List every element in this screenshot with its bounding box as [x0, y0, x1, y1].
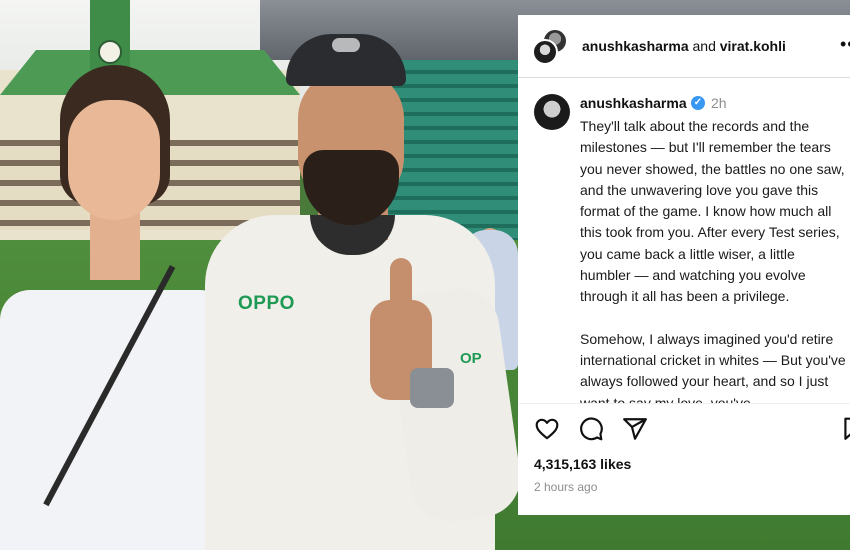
- collab-avatars[interactable]: [532, 28, 570, 66]
- collab-usernames: anushkasharma and virat.kohli: [582, 38, 786, 54]
- comment-icon[interactable]: [578, 416, 604, 442]
- username-link[interactable]: virat.kohli: [720, 38, 786, 54]
- shirt-sponsor-logo: OPPO: [238, 293, 295, 314]
- avatar[interactable]: [534, 94, 570, 130]
- likes-count[interactable]: 4,315,163 likes: [534, 456, 631, 472]
- heart-icon[interactable]: [534, 416, 560, 442]
- post-actions: 4,315,163 likes 2 hours ago: [518, 403, 850, 515]
- caption-paragraph: They'll talk about the records and the m…: [580, 118, 845, 305]
- post-timestamp: 2 hours ago: [534, 480, 598, 494]
- instagram-post-card: anushkasharma and virat.kohli ••• anushk…: [518, 15, 850, 515]
- share-icon[interactable]: [622, 416, 648, 442]
- bookmark-icon[interactable]: [840, 416, 850, 442]
- avatar: [532, 39, 558, 65]
- clock-icon: [98, 40, 122, 64]
- woman-white-dress: [0, 290, 240, 550]
- connector-text: and: [692, 38, 716, 54]
- post-caption-area: anushkasharma ✓ 2h They'll talk about th…: [518, 78, 850, 403]
- caption-paragraph: Somehow, I always imagined you'd retire …: [580, 330, 846, 403]
- wrist-watch: [410, 368, 454, 408]
- woman-neck: [90, 210, 140, 280]
- woman-face: [68, 100, 160, 220]
- post-caption: They'll talk about the records and the m…: [580, 116, 848, 403]
- cap-badge: [332, 38, 360, 52]
- username-link[interactable]: anushkasharma: [582, 38, 689, 54]
- verified-badge-icon: ✓: [691, 96, 705, 110]
- post-header: anushkasharma and virat.kohli •••: [518, 15, 850, 78]
- post-time: 2h: [711, 95, 727, 111]
- post-author[interactable]: anushkasharma: [580, 95, 687, 111]
- sleeve-sponsor-logo: OP: [460, 350, 482, 367]
- more-horizontal-icon[interactable]: •••: [840, 35, 850, 53]
- clock-tower: [90, 0, 130, 70]
